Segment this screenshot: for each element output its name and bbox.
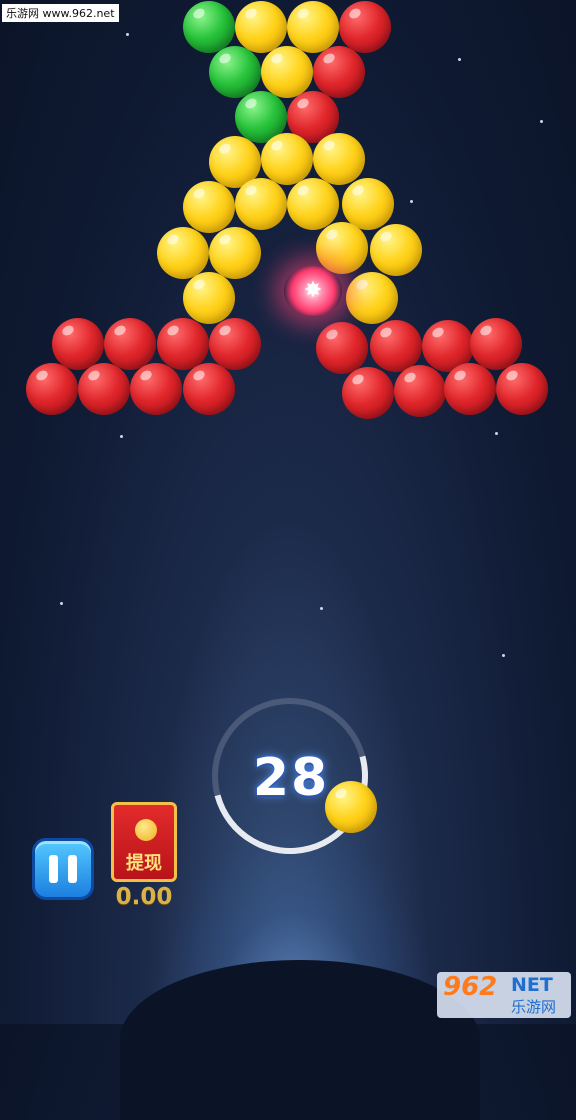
red-bubble <box>78 363 130 415</box>
red-bubble <box>342 367 394 419</box>
red-bubble <box>313 46 365 98</box>
withdraw-redpacket-button[interactable]: 提现 <box>111 802 177 882</box>
star <box>540 120 543 123</box>
red-bubble <box>394 365 446 417</box>
yellow-bubble <box>346 272 398 324</box>
yellow-bubble <box>183 181 235 233</box>
red-bubble <box>209 318 261 370</box>
logo-net: NET <box>511 974 553 996</box>
red-bubble <box>470 318 522 370</box>
red-bubble <box>183 363 235 415</box>
logo-cn: 乐游网 <box>511 998 557 1016</box>
star <box>60 602 63 605</box>
green-bubble <box>209 46 261 98</box>
star <box>320 607 323 610</box>
red-bubble <box>52 318 104 370</box>
site-watermark: 乐游网 www.962.net <box>2 4 119 22</box>
star <box>458 58 461 61</box>
yellow-bubble <box>342 178 394 230</box>
red-bubble <box>26 363 78 415</box>
red-bubble <box>370 320 422 372</box>
green-bubble <box>183 1 235 53</box>
red-bubble <box>316 322 368 374</box>
yellow-bubble <box>183 272 235 324</box>
red-bubble <box>496 363 548 415</box>
yellow-bubble <box>313 133 365 185</box>
yellow-bubble <box>287 178 339 230</box>
star <box>126 33 129 36</box>
special-bubble: ✸ <box>284 266 342 316</box>
yellow-bubble <box>261 46 313 98</box>
yellow-bubble <box>235 178 287 230</box>
yellow-bubble <box>157 227 209 279</box>
star <box>120 435 123 438</box>
star <box>495 432 498 435</box>
yellow-bubble <box>261 133 313 185</box>
red-bubble <box>339 1 391 53</box>
red-bubble <box>444 363 496 415</box>
planet-silhouette <box>120 960 480 1120</box>
star <box>502 654 505 657</box>
pause-button[interactable] <box>32 838 94 900</box>
burst-icon: ✸ <box>303 278 323 303</box>
yellow-bubble <box>370 224 422 276</box>
red-bubble <box>130 363 182 415</box>
yellow-bubble <box>316 222 368 274</box>
red-bubble <box>157 318 209 370</box>
balance-amount: 0.00 <box>115 884 173 910</box>
withdraw-label: 提现 <box>126 853 162 874</box>
logo-number: 962 <box>443 972 498 1002</box>
yellow-bubble <box>235 1 287 53</box>
red-bubble <box>104 318 156 370</box>
yellow-bubble <box>209 227 261 279</box>
star <box>410 200 413 203</box>
yellow-bubble <box>287 1 339 53</box>
next-bubble[interactable] <box>325 781 377 833</box>
site-logo: 962 NET 乐游网 <box>437 972 571 1018</box>
coin-icon <box>135 819 157 841</box>
